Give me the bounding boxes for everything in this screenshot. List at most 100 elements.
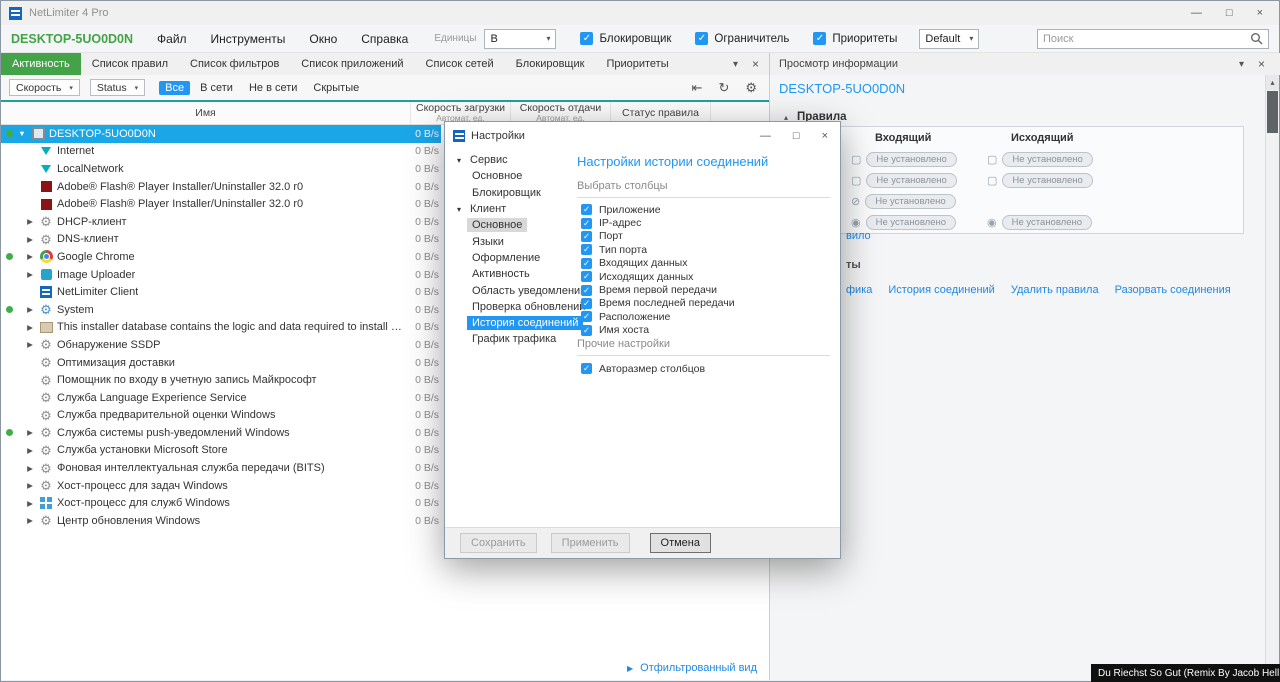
tab-6[interactable]: Приоритеты [595,53,679,75]
expand-arrow-slot[interactable]: ▶ [23,323,37,332]
refresh-icon[interactable]: ↻ [718,80,729,96]
expand-arrow-slot[interactable]: ▶ [23,305,37,314]
tab-5[interactable]: Блокировщик [505,53,596,75]
units-select[interactable]: B ▾ [484,29,556,49]
settings-tree-item-3[interactable]: ▾Клиент [453,201,581,217]
checkbox-option-7[interactable]: ✓Время последней передачи [581,297,735,310]
filtered-view-link[interactable]: ▶ Отфильтрованный вид [627,662,757,674]
minimize-button[interactable]: — [760,130,771,142]
column-name[interactable]: Имя [1,102,411,124]
tab-0[interactable]: Активность [1,53,81,75]
tab-4[interactable]: Список сетей [415,53,505,75]
expand-arrow-slot[interactable]: ▼ [15,129,29,138]
menu-item-3[interactable]: Справка [361,32,408,46]
not-set-pill[interactable]: Не установлено [1002,173,1092,188]
expand-arrow-slot[interactable]: ▶ [23,481,37,490]
column-rule-status-label: Статус правила [622,107,699,119]
filter-chip-3[interactable]: Скрытые [307,81,365,95]
close-view-icon[interactable]: × [752,57,759,71]
checkbox-option-6[interactable]: ✓Время первой передачи [581,283,735,296]
minimize-button[interactable]: — [1191,7,1202,19]
expand-arrow-slot[interactable]: ▶ [23,428,37,437]
checkbox-option-0[interactable]: ✓Авторазмер столбцов [581,362,705,375]
expand-arrow-slot[interactable]: ▶ [23,340,37,349]
settings-tree-item-7[interactable]: Активность [453,266,581,282]
expand-arrow-slot[interactable]: ▶ [23,499,37,508]
settings-tree-item-2[interactable]: Блокировщик [453,185,581,201]
not-set-pill[interactable]: Не установлено [1002,152,1092,167]
filter-chip-1[interactable]: В сети [194,81,239,95]
speed-dropdown-label: Скорость [16,82,61,94]
tab-1[interactable]: Список правил [81,53,179,75]
status-dropdown-button[interactable]: Status ▾ [90,79,145,96]
toggle-0[interactable]: ✓Блокировщик [580,32,671,45]
not-set-pill[interactable]: Не установлено [866,215,956,230]
filter-chip-2[interactable]: Не в сети [243,81,303,95]
settings-tree-item-10[interactable]: История соединений [453,315,581,331]
info-link-2[interactable]: Разорвать соединения [1115,284,1231,296]
menu-item-2[interactable]: Окно [309,32,337,46]
checkbox-option-4[interactable]: ✓Входящих данных [581,257,735,270]
expand-arrow-icon: ▶ [27,446,33,455]
search-input[interactable] [1043,33,1250,45]
expand-arrow-slot[interactable]: ▶ [23,446,37,455]
checkbox-option-5[interactable]: ✓Исходящих данных [581,270,735,283]
add-rule-link-fragment[interactable]: вило [846,230,871,242]
dock-icon[interactable]: ⇤ [692,80,703,96]
dialog-content: Настройки истории соединений Выбрать сто… [577,150,830,527]
info-link-1[interactable]: Удалить правила [1011,284,1099,296]
expand-arrow-slot[interactable]: ▶ [23,516,37,525]
checkbox-option-2[interactable]: ✓Порт [581,230,735,243]
media-notification[interactable]: Du Riechst So Gut (Remix By Jacob Hell..… [1091,664,1280,682]
settings-tree-item-4[interactable]: Основное [453,217,581,233]
gear-icon[interactable]: ⚙ [745,80,757,96]
menu-item-1[interactable]: Инструменты [211,32,286,46]
close-button[interactable]: × [822,130,828,142]
tab-3[interactable]: Список приложений [290,53,414,75]
settings-tree-item-0[interactable]: ▾Сервис [453,152,581,168]
close-button[interactable]: × [1257,7,1263,19]
menu-item-0[interactable]: Файл [157,32,187,46]
scroll-up-icon[interactable]: ▴ [1266,75,1279,90]
checkbox-option-0[interactable]: ✓Приложение [581,203,735,216]
checkbox-option-8[interactable]: ✓Расположение [581,310,735,323]
info-link-0[interactable]: История соединений [888,284,994,296]
app-name: Оптимизация доставки [57,357,175,369]
checkbox-option-9[interactable]: ✓Имя хоста [581,324,735,337]
download-speed: 0 B/s [399,409,439,421]
filter-chip-0[interactable]: Все [159,81,190,95]
settings-tree-item-6[interactable]: Оформление [453,250,581,266]
profile-select[interactable]: Default ▾ [919,29,979,49]
maximize-button[interactable]: □ [793,130,800,142]
settings-tree-item-1[interactable]: Основное [453,168,581,184]
dialog-button-1[interactable]: Применить [551,533,630,553]
expand-arrow-slot[interactable]: ▶ [23,464,37,473]
tab-2[interactable]: Список фильтров [179,53,290,75]
chevron-down-icon[interactable]: ▾ [733,59,738,70]
expand-arrow-slot[interactable]: ▶ [23,270,37,279]
not-set-pill[interactable]: Не установлено [866,173,956,188]
chevron-down-icon[interactable]: ▾ [1239,59,1244,70]
dialog-button-2[interactable]: Отмена [650,533,711,553]
settings-tree-item-9[interactable]: Проверка обновлений [453,299,581,315]
checkbox-option-3[interactable]: ✓Тип порта [581,243,735,256]
expand-arrow-slot[interactable]: ▶ [23,235,37,244]
expand-arrow-slot[interactable]: ▶ [23,217,37,226]
scrollbar[interactable]: ▴ ▾ [1265,75,1279,680]
not-set-pill[interactable]: Не установлено [866,152,956,167]
expand-arrow-slot[interactable]: ▶ [23,252,37,261]
not-set-pill[interactable]: Не установлено [865,194,955,209]
checkbox-option-1[interactable]: ✓IP-адрес [581,216,735,229]
scrollbar-thumb[interactable] [1267,91,1278,133]
toggle-2[interactable]: ✓Приоритеты [813,32,897,45]
settings-tree-item-8[interactable]: Область уведомлений [453,282,581,298]
settings-tree-item-5[interactable]: Языки [453,233,581,249]
link-fragment[interactable]: фика [846,284,872,296]
speed-dropdown-button[interactable]: Скорость ▾ [9,79,80,96]
dialog-button-0[interactable]: Сохранить [460,533,537,553]
close-view-icon[interactable]: × [1258,57,1265,71]
toggle-1[interactable]: ✓Ограничитель [695,32,789,45]
not-set-pill[interactable]: Не установлено [1002,215,1092,230]
settings-tree-item-11[interactable]: График трафика [453,331,581,347]
maximize-button[interactable]: □ [1226,7,1233,19]
